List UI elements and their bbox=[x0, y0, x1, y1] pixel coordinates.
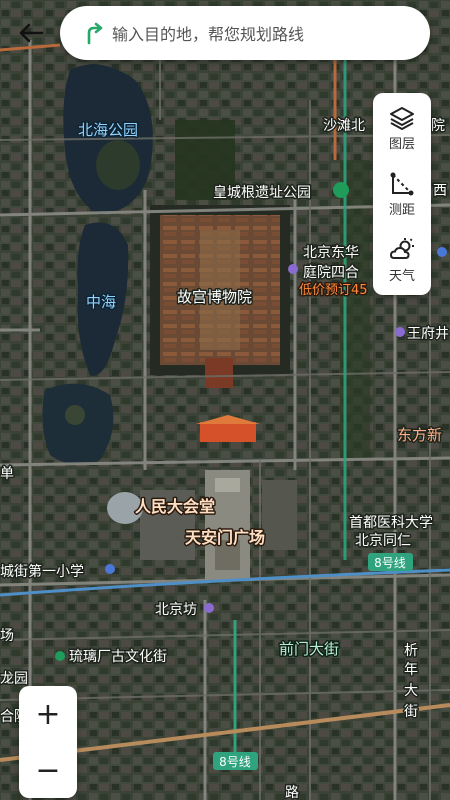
map-label-renmin[interactable]: 人民大会堂 bbox=[134, 496, 217, 518]
map-label-shatan-edge: 院 bbox=[431, 118, 445, 134]
back-arrow-icon[interactable] bbox=[18, 20, 44, 46]
map-label-promo[interactable]: 低价预订45 bbox=[298, 282, 370, 300]
map-label-xi: 西 bbox=[433, 183, 447, 199]
route-icon bbox=[87, 22, 103, 45]
map-label-longyuan: 龙园 bbox=[0, 671, 28, 687]
map-label-tongren[interactable]: 北京同仁 bbox=[354, 532, 413, 551]
weather-label: 天气 bbox=[388, 269, 415, 284]
map-label-beijingfang[interactable]: 北京坊 bbox=[154, 601, 199, 620]
map-label-qianmen[interactable]: 前门大街 bbox=[278, 639, 341, 660]
ruler-icon bbox=[390, 172, 414, 196]
poi-marker-icon[interactable] bbox=[288, 264, 298, 274]
map-label-chengjie[interactable]: 城街第一小学 bbox=[0, 562, 86, 582]
poi-marker-icon[interactable] bbox=[105, 564, 115, 574]
map-label-chang: 场 bbox=[0, 628, 14, 644]
poi-marker-icon[interactable] bbox=[204, 603, 214, 613]
subway-label: 8号线 bbox=[219, 755, 251, 769]
layers-button[interactable]: 图层 bbox=[373, 95, 431, 155]
subway-label: 8号线 bbox=[374, 556, 406, 570]
measure-button[interactable]: 测距 bbox=[373, 161, 431, 221]
map-label-xinnian-3: 大 bbox=[404, 683, 418, 699]
poi-marker-icon[interactable] bbox=[395, 327, 405, 337]
map-label-gugong[interactable]: 故宫博物院 bbox=[176, 287, 254, 308]
map-label-lu: 路 bbox=[285, 785, 299, 800]
measure-label: 测距 bbox=[388, 203, 415, 218]
map-label-huangcheng[interactable]: 皇城根遗址公园 bbox=[212, 184, 313, 203]
map-label-xinnian-4: 街 bbox=[404, 704, 418, 720]
weather-button[interactable]: 天气 bbox=[373, 227, 431, 287]
map-label-zhonghai[interactable]: 中海 bbox=[85, 292, 118, 313]
map-label-wangfujing[interactable]: 王府井 bbox=[406, 325, 450, 344]
map-label-xinnian-2: 年 bbox=[404, 662, 418, 678]
map-label-shatan[interactable]: 沙滩北 bbox=[322, 117, 367, 136]
park-marker-icon[interactable] bbox=[333, 182, 349, 198]
search-bar[interactable]: 输入目的地，帮您规划路线 bbox=[60, 6, 430, 60]
map-label-xinnian-1: 析 bbox=[404, 643, 418, 659]
map-label-dan: 单 bbox=[0, 466, 14, 482]
map-tools-panel: 图层 测距 天气 bbox=[373, 93, 431, 295]
map-label-dongfang[interactable]: 东方新 bbox=[396, 425, 444, 446]
map-label-beihai[interactable]: 北海公园 bbox=[77, 120, 140, 141]
map-label-donghua[interactable]: 北京东华 bbox=[302, 244, 361, 263]
map-label-tiananmen[interactable]: 天安门广场 bbox=[184, 527, 267, 549]
layers-icon bbox=[390, 107, 414, 130]
layers-label: 图层 bbox=[388, 137, 415, 152]
zoom-out-button[interactable]: − bbox=[19, 742, 77, 798]
zoom-in-button[interactable]: + bbox=[19, 686, 77, 742]
map-label-donghua-2[interactable]: 庭院四合 bbox=[302, 263, 361, 283]
map-label-shoudu[interactable]: 首都医科大学 bbox=[348, 514, 435, 533]
weather-icon bbox=[389, 238, 414, 259]
search-placeholder[interactable]: 输入目的地，帮您规划路线 bbox=[112, 21, 304, 45]
map-label-liulichang[interactable]: 琉璃厂古文化街 bbox=[68, 647, 169, 667]
poi-marker-icon[interactable] bbox=[55, 651, 65, 661]
zoom-control: + − bbox=[19, 686, 77, 798]
poi-marker-icon[interactable] bbox=[437, 247, 447, 257]
